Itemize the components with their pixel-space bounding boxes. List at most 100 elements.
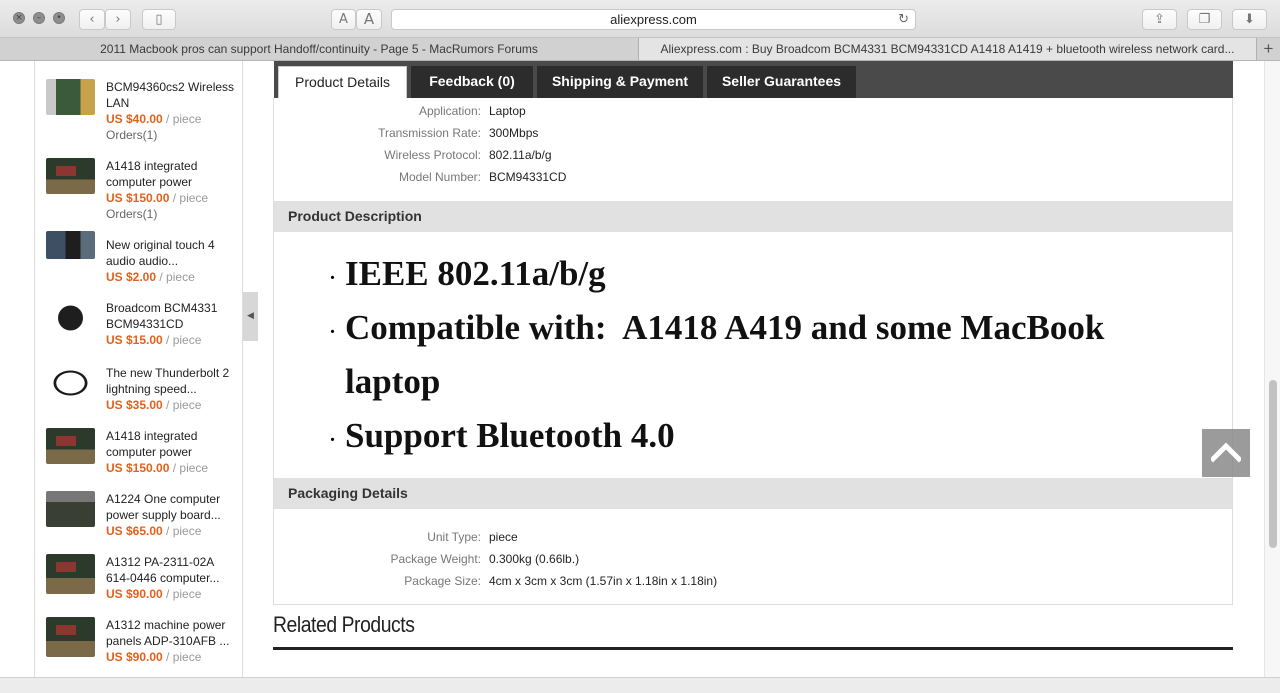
- tab-bar: 2011 Macbook pros can support Handoff/co…: [0, 38, 1280, 61]
- address-bar[interactable]: aliexpress.com ↻: [391, 9, 916, 30]
- sidebar-product[interactable]: A1312 machine power panels ADP-310AFB ..…: [35, 607, 242, 670]
- sidebar-product[interactable]: The new Thunderbolt 2 lightning speed...…: [35, 355, 242, 418]
- product-name[interactable]: A1418 integrated computer power: [106, 428, 236, 460]
- close-window-button[interactable]: ×: [13, 12, 25, 24]
- tab-product-details[interactable]: Product Details: [278, 66, 407, 98]
- packaging-label: Unit Type:: [427, 530, 481, 544]
- recommended-sidebar: BCM94360cs2 Wireless LAN US $40.00 / pie…: [34, 61, 243, 677]
- back-to-top-button[interactable]: [1202, 429, 1250, 477]
- spec-value: BCM94331CD: [489, 170, 567, 184]
- product-name[interactable]: A1224 One computer power supply board...: [106, 491, 236, 523]
- price-unit: / piece: [162, 333, 202, 347]
- product-thumbnail[interactable]: [46, 365, 95, 401]
- price-unit: / piece: [162, 524, 202, 538]
- collapse-sidebar-button[interactable]: ◀: [243, 292, 258, 341]
- spec-value: 300Mbps: [489, 126, 539, 140]
- product-name[interactable]: New original touch 4 audio audio...: [106, 237, 236, 269]
- fullscreen-window-button[interactable]: •: [53, 12, 65, 24]
- sidebar-product[interactable]: Broadcom BCM4331 BCM94331CD US $15.00 / …: [35, 290, 242, 353]
- spec-label: Wireless Protocol:: [384, 148, 481, 162]
- packaging-value: 4cm x 3cm x 3cm (1.57in x 1.18in x 1.18i…: [489, 574, 718, 588]
- spec-label: Transmission Rate:: [378, 126, 481, 140]
- product-name[interactable]: A1312 machine power panels ADP-310AFB ..…: [106, 617, 236, 649]
- product-orders: Orders(1): [106, 207, 158, 221]
- bullet-marker: .: [330, 424, 335, 446]
- packaging-value: 0.300kg (0.66lb.): [489, 552, 580, 566]
- smaller-text-button[interactable]: A: [331, 9, 356, 30]
- product-thumbnail[interactable]: [46, 158, 95, 194]
- sidebar-product[interactable]: New original touch 4 audio audio... US $…: [35, 227, 242, 290]
- product-price: US $2.00 / piece: [106, 269, 195, 285]
- larger-text-button[interactable]: A: [356, 9, 382, 30]
- tab-aliexpress[interactable]: Aliexpress.com : Buy Broadcom BCM4331 BC…: [639, 38, 1256, 60]
- price-unit: / piece: [162, 398, 202, 412]
- tab-shipping-payment[interactable]: Shipping & Payment: [537, 66, 703, 98]
- url-text: aliexpress.com: [610, 12, 697, 27]
- product-name[interactable]: The new Thunderbolt 2 lightning speed...: [106, 365, 236, 397]
- product-price: US $150.00 / piece: [106, 460, 208, 476]
- price-value: US $150.00: [106, 191, 170, 205]
- tab-seller-guarantees[interactable]: Seller Guarantees: [707, 66, 856, 98]
- back-button[interactable]: ‹: [79, 9, 105, 30]
- tab-feedback[interactable]: Feedback (0): [411, 66, 533, 98]
- product-thumbnail[interactable]: [46, 491, 95, 527]
- close-icon: ×: [15, 13, 23, 23]
- downloads-button[interactable]: ⬇: [1232, 9, 1267, 30]
- product-name[interactable]: Broadcom BCM4331 BCM94331CD: [106, 300, 236, 332]
- product-tabs: Product Details Feedback (0) Shipping & …: [274, 61, 1233, 98]
- product-name[interactable]: A1312 PA-2311-02A 614-0446 computer...: [106, 554, 236, 586]
- minimize-window-button[interactable]: –: [33, 12, 45, 24]
- sidebar-product[interactable]: A1224 One computer power supply board...…: [35, 481, 242, 544]
- scrollbar-thumb[interactable]: [1269, 380, 1277, 548]
- product-orders: Orders(1): [106, 128, 158, 142]
- sidebar-icon: ▯: [155, 12, 163, 27]
- product-thumbnail[interactable]: [46, 79, 95, 115]
- sidebar-toggle-button[interactable]: ▯: [142, 9, 176, 30]
- product-thumbnail[interactable]: [46, 231, 95, 259]
- product-thumbnail[interactable]: [46, 428, 95, 464]
- bullet-marker: .: [330, 316, 335, 338]
- page-scrollbar[interactable]: [1264, 61, 1280, 677]
- price-value: US $2.00: [106, 270, 157, 284]
- price-unit: / piece: [169, 191, 209, 205]
- spec-value: Laptop: [489, 104, 526, 118]
- new-tab-button[interactable]: +: [1256, 38, 1280, 60]
- sidebar-product[interactable]: A1418 integrated computer power US $150.…: [35, 418, 242, 481]
- product-price: US $65.00 / piece: [106, 523, 201, 539]
- description-line: Compatible with: A1418 A419 and some Mac…: [345, 308, 1105, 347]
- product-price: US $90.00 / piece: [106, 586, 201, 602]
- price-value: US $150.00: [106, 461, 170, 475]
- product-price: US $90.00 / piece: [106, 649, 201, 665]
- share-button[interactable]: ⇪: [1142, 9, 1177, 30]
- tabs-overview-button[interactable]: ❐: [1187, 9, 1222, 30]
- sidebar-product[interactable]: A1418 integrated computer power US $150.…: [35, 148, 242, 221]
- product-name[interactable]: BCM94360cs2 Wireless LAN: [106, 79, 236, 111]
- minimize-icon: –: [36, 13, 42, 23]
- packaging-details-heading: Packaging Details: [274, 478, 1232, 509]
- reload-icon[interactable]: ↻: [898, 10, 909, 29]
- forward-button[interactable]: ›: [105, 9, 131, 30]
- related-products-heading: Related Products: [273, 612, 415, 637]
- download-icon: ⬇: [1244, 12, 1255, 27]
- chevron-left-icon: ◀: [247, 311, 254, 321]
- chevron-right-icon: ›: [115, 12, 121, 27]
- description-line: IEEE 802.11a/b/g: [345, 254, 606, 293]
- sidebar-product[interactable]: A1312 PA-2311-02A 614-0446 computer... U…: [35, 544, 242, 607]
- description-line: laptop: [345, 362, 441, 401]
- price-value: US $90.00: [106, 587, 163, 601]
- spec-label: Model Number:: [398, 170, 481, 184]
- spec-value: 802.11a/b/g: [489, 148, 552, 162]
- tab-macrumors[interactable]: 2011 Macbook pros can support Handoff/co…: [0, 38, 638, 60]
- product-name[interactable]: A1418 integrated computer power: [106, 158, 236, 190]
- bullet-marker: .: [330, 262, 335, 284]
- font-small-label: A: [339, 12, 348, 27]
- product-thumbnail[interactable]: [46, 617, 95, 657]
- price-unit: / piece: [156, 270, 195, 284]
- product-price: US $35.00 / piece: [106, 397, 201, 413]
- product-description-heading: Product Description: [274, 201, 1232, 232]
- product-thumbnail[interactable]: [46, 300, 95, 336]
- sidebar-product[interactable]: BCM94360cs2 Wireless LAN US $40.00 / pie…: [35, 69, 242, 142]
- packaging-value: piece: [489, 530, 518, 544]
- tabs-icon: ❐: [1198, 12, 1211, 27]
- product-thumbnail[interactable]: [46, 554, 95, 594]
